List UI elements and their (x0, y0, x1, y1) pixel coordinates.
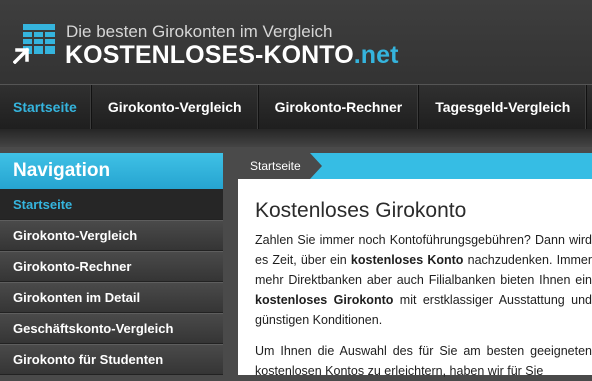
tab-girokonto-rechner[interactable]: Girokonto-Rechner (259, 85, 420, 129)
breadcrumb-item-startseite[interactable]: Startseite (238, 153, 310, 179)
page-title: Kostenloses Girokonto (255, 199, 467, 222)
sidebar-item-girokonten-im-detail[interactable]: Girokonten im Detail (0, 282, 223, 313)
breadcrumb: Startseite (238, 153, 592, 179)
sidebar-item-startseite[interactable]: Startseite (0, 189, 223, 220)
sidebar-title: Navigation (0, 153, 223, 189)
tab-girokonto-vergleich[interactable]: Girokonto-Vergleich (92, 85, 259, 129)
breadcrumb-arrow-icon (310, 153, 322, 179)
intro-bold-2: kostenloses Girokonto (255, 293, 394, 307)
site-tagline: Die besten Girokonten im Vergleich (66, 22, 333, 41)
brand-tld: .net (353, 41, 399, 69)
intro-paragraph: Zahlen Sie immer noch Kontoführungsgebüh… (255, 230, 592, 330)
sidebar-item-girokonto-vergleich[interactable]: Girokonto-Vergleich (0, 220, 223, 251)
nav-shadow-divider (0, 129, 592, 147)
main-content: Startseite Kostenloses Girokonto Zahlen … (238, 153, 592, 378)
second-paragraph: Um Ihnen die Auswahl des für Sie am best… (255, 344, 592, 378)
tab-startseite[interactable]: Startseite (0, 85, 92, 129)
top-navigation: Startseite Girokonto-Vergleich Girokonto… (0, 84, 592, 129)
sidebar-item-geschaeftskonto-vergleich[interactable]: Geschäftskonto-Vergleich (0, 313, 223, 344)
sidebar-item-girokonto-rechner[interactable]: Girokonto-Rechner (0, 251, 223, 282)
sidebar-item-girokonto-fuer-studenten[interactable]: Girokonto für Studenten (0, 344, 223, 375)
sidebar: Navigation Startseite Girokonto-Vergleic… (0, 153, 223, 375)
spreadsheet-logo-icon[interactable] (13, 22, 57, 64)
site-logo-text[interactable]: KOSTENLOSES-KONTO.net (65, 41, 399, 70)
site-header: Die besten Girokonten im Vergleich KOSTE… (0, 0, 592, 84)
intro-bold-1: kostenloses Konto (350, 253, 464, 267)
tab-tagesgeld-vergleich[interactable]: Tagesgeld-Vergleich (419, 85, 588, 129)
brand-name: KOSTENLOSES-KONTO (65, 41, 354, 69)
